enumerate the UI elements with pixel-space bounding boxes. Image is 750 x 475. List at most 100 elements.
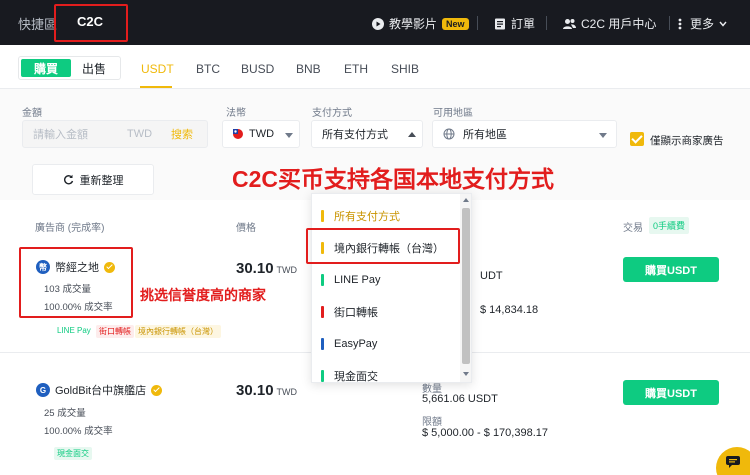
buy-usdt-button[interactable]: 購買USDT: [623, 257, 719, 282]
col-price: 價格: [236, 223, 256, 234]
nav-user-center-label: C2C 用戶中心: [581, 17, 657, 31]
payment-tag: 現金面交: [54, 447, 92, 460]
payment-label: 支付方式: [312, 108, 352, 119]
nav-tutorial-label: 教學影片: [389, 17, 438, 31]
price-value: 30.10: [236, 260, 274, 277]
scroll-up-icon[interactable]: [463, 198, 469, 202]
nav-more-label: 更多: [690, 17, 715, 31]
price-currency: TWD: [276, 265, 298, 275]
globe-icon: [443, 128, 455, 140]
refresh-icon: [63, 174, 73, 185]
users-icon: [563, 18, 576, 29]
col-trade: 交易: [623, 223, 643, 234]
limit-range: $ 5,000.00 - $ 170,398.17: [422, 427, 548, 439]
price: 30.10 TWD: [236, 260, 297, 277]
nav-user-center[interactable]: C2C 用戶中心: [563, 15, 656, 32]
amount-unit: TWD: [127, 128, 153, 140]
price-value: 30.10: [236, 382, 274, 399]
dropdown-option-easypay[interactable]: EasyPay: [312, 328, 460, 360]
option-label: 街口轉帳: [334, 307, 378, 319]
more-dots-icon: [678, 18, 682, 29]
refresh-label: 重新整理: [79, 174, 124, 187]
nav-more[interactable]: 更多: [675, 15, 727, 32]
merchant-only-checkbox[interactable]: [630, 132, 644, 146]
top-nav-bar: 快捷區 C2C 教學影片 New 訂單 C2C 用戶中心 更多: [0, 0, 750, 45]
nav-divider: [477, 16, 478, 30]
merchant-highlight-box: [19, 247, 133, 318]
payment-value: 所有支付方式: [322, 129, 388, 141]
flag-icon: [233, 129, 243, 139]
coin-tab-busd[interactable]: BUSD: [241, 62, 274, 76]
price: 30.10 TWD: [236, 382, 297, 399]
fiat-value: TWD: [249, 128, 275, 140]
play-icon: [372, 17, 384, 30]
chevron-down-icon: [719, 21, 727, 27]
color-bar: [321, 210, 324, 222]
dropdown-option-line-pay[interactable]: LINE Pay: [312, 264, 460, 296]
chat-button[interactable]: [716, 447, 750, 475]
option-label: EasyPay: [334, 338, 378, 350]
amount-placeholder: 請輸入金額: [33, 129, 88, 141]
color-bar: [321, 274, 324, 286]
region-label: 可用地區: [433, 108, 473, 119]
merchant-only-label: 僅顯示商家廣告: [650, 135, 724, 147]
limit-label: 限額: [422, 417, 442, 428]
available-amount: UDT: [480, 270, 503, 282]
nav-tutorial[interactable]: 教學影片 New: [372, 15, 469, 32]
chat-icon: [726, 456, 740, 468]
coin-tab-btc[interactable]: BTC: [196, 62, 220, 76]
completion-rate: 100.00% 成交率: [44, 426, 113, 437]
buy-tab[interactable]: 購買: [21, 59, 71, 77]
option-label: 所有支付方式: [334, 211, 400, 223]
caret-down-icon: [599, 133, 607, 138]
region-value: 所有地區: [463, 129, 507, 141]
dropdown-option-cash[interactable]: 現金面交: [312, 360, 460, 383]
payment-select[interactable]: 所有支付方式: [311, 120, 423, 148]
option-highlight-box: [306, 228, 460, 264]
payment-dropdown: 所有支付方式 境內銀行轉帳（台灣） LINE Pay 街口轉帳 EasyPay …: [311, 193, 472, 383]
nav-divider: [546, 16, 547, 30]
zero-fee-badge: 0手續費: [649, 217, 690, 234]
fiat-select[interactable]: TWD: [222, 120, 300, 148]
order-count: 25 成交量: [44, 408, 86, 419]
option-label: 現金面交: [334, 371, 378, 383]
search-link[interactable]: 搜索: [171, 126, 193, 142]
orders-icon: [495, 18, 505, 29]
coin-tab-bnb[interactable]: BNB: [296, 62, 321, 76]
coin-tab-shib[interactable]: SHIB: [391, 62, 419, 76]
sell-tab[interactable]: 出售: [71, 59, 117, 77]
refresh-button[interactable]: 重新整理: [32, 164, 154, 195]
dropdown-option-jkopay[interactable]: 街口轉帳: [312, 296, 460, 328]
merchant-name-text: GoldBit台中旗艦店: [55, 385, 147, 397]
buy-usdt-button[interactable]: 購買USDT: [623, 380, 719, 405]
merchant-name-2[interactable]: G GoldBit台中旗艦店: [36, 382, 163, 398]
headline-annotation: C2C买币支持各国本地支付方式: [232, 166, 555, 192]
fiat-label: 法幣: [226, 108, 246, 119]
nav-orders-label: 訂單: [511, 17, 536, 31]
color-bar: [321, 306, 324, 318]
buy-sell-toggle: 購買 出售: [18, 56, 121, 80]
coin-tab-eth[interactable]: ETH: [344, 62, 368, 76]
avatar: G: [36, 383, 50, 397]
verified-icon: [151, 384, 163, 396]
nav-orders[interactable]: 訂單: [494, 15, 535, 32]
option-label: LINE Pay: [334, 274, 381, 286]
scroll-down-icon[interactable]: [463, 372, 469, 376]
payment-tag: 街口轉帳: [96, 325, 134, 338]
available-amount: 5,661.06 USDT: [422, 393, 498, 405]
nav-divider: [669, 16, 670, 30]
caret-up-icon: [408, 132, 416, 137]
amount-label: 金額: [22, 108, 42, 119]
color-bar: [321, 370, 324, 382]
new-badge: New: [442, 17, 469, 30]
region-select[interactable]: 所有地區: [432, 120, 617, 148]
amount-input[interactable]: 請輸入金額 TWD 搜索: [22, 120, 208, 148]
coin-tab-usdt[interactable]: USDT: [141, 62, 174, 76]
col-advertiser: 廣告商 (完成率): [35, 223, 105, 234]
scrollbar-thumb[interactable]: [462, 208, 470, 364]
color-bar: [321, 338, 324, 350]
payment-tag: LINE Pay: [57, 326, 91, 335]
price-currency: TWD: [276, 387, 298, 397]
nav-brand[interactable]: 快捷區: [18, 14, 57, 33]
merchant-tip-annotation: 挑选信誉度高的商家: [140, 287, 266, 303]
